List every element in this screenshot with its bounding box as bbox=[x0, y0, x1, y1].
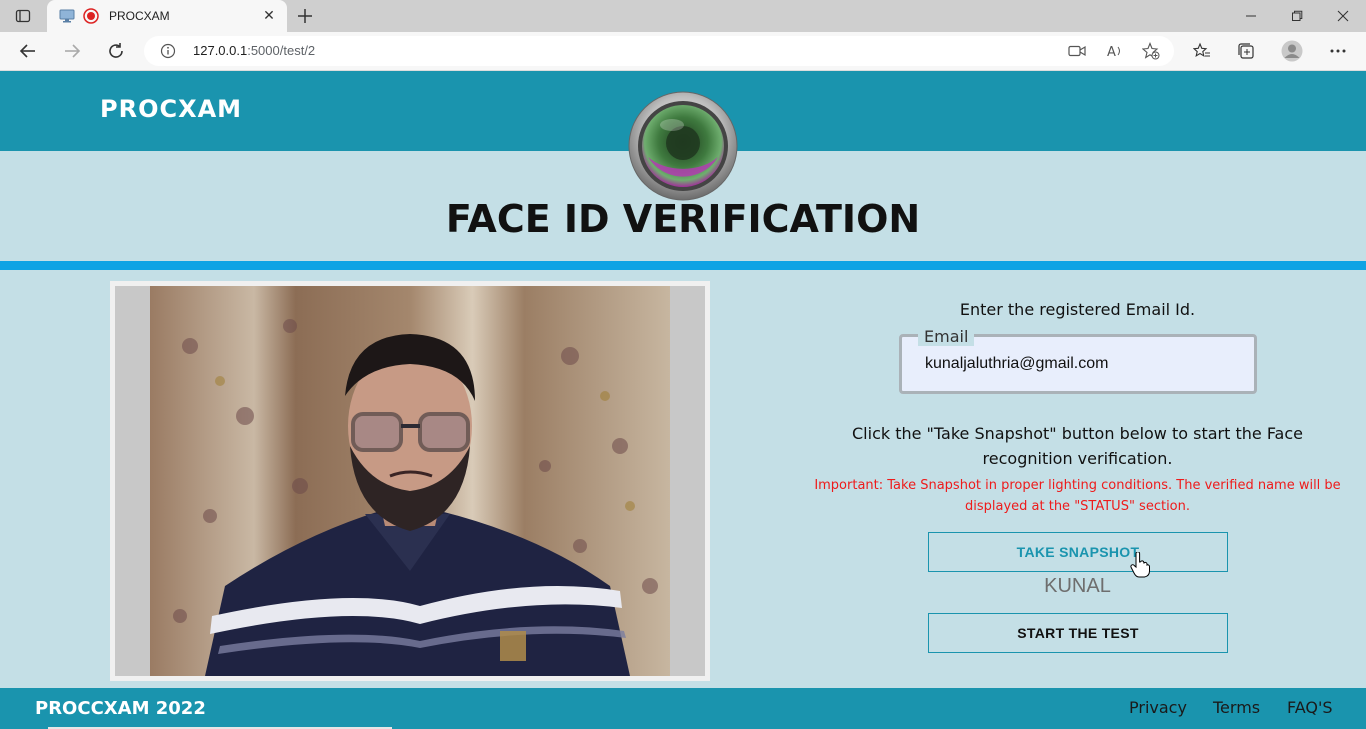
more-options-icon[interactable] bbox=[1323, 37, 1353, 65]
tab-actions-icon[interactable] bbox=[15, 8, 31, 24]
footer-link-privacy[interactable]: Privacy bbox=[1129, 698, 1187, 717]
page-title: FACE ID VERIFICATION bbox=[445, 197, 921, 241]
browser-toolbar: 127.0.0.1:5000/test/2 A bbox=[0, 32, 1366, 71]
webcam-image bbox=[150, 286, 670, 676]
webcam-feed bbox=[110, 281, 710, 681]
instructions-text: Click the "Take Snapshot" button below t… bbox=[852, 424, 1303, 468]
tab-close-icon[interactable]: ✕ bbox=[257, 4, 281, 28]
address-bar[interactable]: 127.0.0.1:5000/test/2 A bbox=[144, 36, 1174, 66]
address-url: 127.0.0.1:5000/test/2 bbox=[193, 43, 316, 58]
site-info-icon[interactable] bbox=[160, 43, 176, 59]
footer-link-faq[interactable]: FAQ'S bbox=[1287, 698, 1333, 717]
status-verified-name: KUNAL bbox=[1044, 575, 1111, 597]
refresh-icon[interactable] bbox=[101, 37, 131, 65]
page-content: PROCXAM FACE ID VERIFICATION Enter the r… bbox=[0, 71, 1366, 729]
divider-rule bbox=[0, 261, 1366, 270]
minimize-icon[interactable] bbox=[1228, 0, 1274, 32]
site-footer: PROCCXAM 2022 Privacy Terms FAQ'S bbox=[0, 688, 1366, 729]
email-legend: Email bbox=[918, 327, 975, 346]
back-icon[interactable] bbox=[13, 37, 43, 65]
new-tab-icon[interactable] bbox=[292, 4, 318, 28]
important-notice: Important: Take Snapshot in proper light… bbox=[814, 478, 1341, 514]
email-input[interactable] bbox=[925, 355, 1235, 373]
hand-cursor-icon bbox=[1130, 552, 1150, 578]
collections-icon[interactable] bbox=[1231, 37, 1261, 65]
tab-title: PROCXAM bbox=[109, 9, 170, 23]
read-aloud-icon[interactable]: A bbox=[1104, 41, 1126, 61]
camera-in-use-icon[interactable] bbox=[1066, 41, 1088, 61]
svg-text:A: A bbox=[1107, 45, 1116, 59]
webcam-video bbox=[115, 286, 705, 676]
browser-tab-active[interactable]: PROCXAM ✕ bbox=[47, 0, 287, 32]
email-field[interactable]: Email bbox=[899, 327, 1257, 394]
favorites-icon[interactable] bbox=[1187, 37, 1217, 65]
enter-email-label: Enter the registered Email Id. bbox=[959, 300, 1196, 319]
browser-tabstrip: PROCXAM ✕ bbox=[0, 0, 1366, 32]
forward-icon[interactable] bbox=[57, 37, 87, 65]
site-brand[interactable]: PROCXAM bbox=[100, 95, 242, 123]
profile-avatar-icon[interactable] bbox=[1277, 37, 1307, 65]
camera-lens-icon bbox=[628, 91, 738, 201]
start-test-button[interactable]: START THE TEST bbox=[928, 613, 1228, 653]
footer-brand: PROCCXAM 2022 bbox=[35, 698, 206, 719]
footer-link-terms[interactable]: Terms bbox=[1213, 698, 1260, 717]
recording-indicator-icon bbox=[83, 8, 99, 24]
monitor-favicon-icon bbox=[59, 8, 75, 24]
take-snapshot-button[interactable]: TAKE SNAPSHOT bbox=[928, 532, 1228, 572]
restore-icon[interactable] bbox=[1274, 0, 1320, 32]
add-favorite-icon[interactable] bbox=[1140, 41, 1162, 61]
close-window-icon[interactable] bbox=[1320, 0, 1366, 32]
